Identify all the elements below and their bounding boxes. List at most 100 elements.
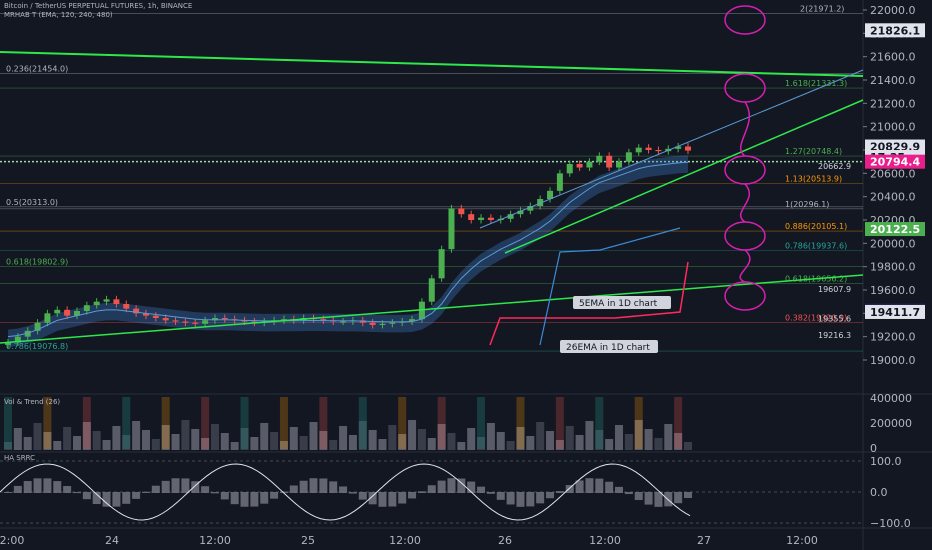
volume-bar [63, 427, 72, 450]
oscillator-legend: HA SRRC [4, 454, 35, 462]
y-tick-label: 21400.0 [870, 74, 916, 87]
osc-bar [348, 492, 357, 494]
osc-bar [63, 486, 72, 493]
trendline-upper [0, 51, 864, 77]
fib-level-label: 0.886(20105.1) [785, 222, 847, 231]
osc-bar [299, 480, 308, 493]
fib-level-label: 0.786(19937.6) [785, 242, 847, 251]
osc-bar [624, 492, 633, 495]
volume-bar [408, 420, 417, 450]
price-text: 20662.9 [818, 162, 851, 171]
volume-bar [220, 433, 229, 450]
osc-bar [526, 492, 535, 507]
osc-bar [43, 478, 52, 493]
osc-bar [141, 491, 150, 493]
volume-bar [664, 424, 673, 450]
price-text: 19355.6 [818, 315, 851, 324]
osc-bar [82, 492, 91, 500]
volume-bar [684, 442, 692, 450]
osc-bar [615, 486, 624, 493]
trend-shade [319, 397, 328, 449]
volume-bar [427, 438, 436, 450]
trend-shade [398, 397, 407, 449]
osc-bar [329, 481, 338, 493]
volume-bar [339, 426, 348, 450]
osc-bar [546, 492, 555, 499]
candle-body [389, 322, 396, 324]
price-tag-text: 19411.7 [870, 306, 920, 319]
osc-bar [555, 491, 564, 493]
osc-bar [427, 485, 436, 493]
osc-bar [437, 480, 446, 493]
trend-shade [161, 397, 170, 449]
x-tick-label: 27 [697, 534, 711, 547]
trend-shade [555, 397, 564, 449]
price-text: 19607.9 [818, 285, 851, 294]
symbol-title: Bitcoin / TetherUS PERPETUAL FUTURES, 1h… [4, 2, 193, 10]
volume-bar [171, 434, 180, 450]
osc-bar [220, 492, 229, 500]
volume-bar [23, 437, 32, 450]
volume-bar [250, 437, 259, 450]
candle-body [478, 217, 485, 220]
osc-bar [4, 492, 12, 493]
osc-tick-label: 0.0 [870, 486, 888, 499]
volume-bar [526, 436, 535, 450]
volume-bar [348, 435, 357, 450]
volume-bar [644, 429, 653, 450]
osc-bar [378, 492, 387, 507]
volume-bar [181, 420, 190, 450]
osc-bar [358, 492, 367, 500]
osc-bar [181, 478, 190, 493]
osc-bar [319, 478, 328, 493]
volume-bar [654, 438, 663, 450]
candle-body [616, 161, 623, 168]
candle-body [172, 320, 179, 322]
candle-body [468, 214, 475, 220]
osc-bar [289, 485, 298, 493]
chart-canvas[interactable]: 19000.019200.019400.019600.019800.020000… [0, 0, 932, 550]
volume-bar [309, 422, 318, 450]
y-tick-label: 21000.0 [870, 121, 916, 134]
volume-tick-label: 0 [870, 442, 877, 455]
volume-bar [112, 426, 121, 450]
y-tick-label: 20600.0 [870, 167, 916, 180]
osc-bar [417, 491, 426, 493]
osc-bar [477, 486, 486, 493]
osc-bar [260, 492, 269, 504]
osc-bar [536, 492, 545, 504]
candle-body [487, 217, 494, 220]
x-tick-label: 24 [105, 534, 119, 547]
candle-body [379, 323, 386, 325]
volume-bar [378, 439, 387, 450]
fib-level-label: 0.236(21454.0) [6, 65, 68, 74]
target-circle [724, 281, 766, 311]
volume-bar [565, 426, 574, 450]
osc-tick-label: −100.0 [870, 517, 911, 530]
osc-bar [388, 492, 397, 507]
candle-body [192, 322, 199, 324]
osc-bar [496, 492, 505, 500]
fib-level-label: 1.27(20748.4) [785, 147, 842, 156]
volume-bar [575, 435, 584, 450]
annotation-text: 26EMA in 1D chart [566, 343, 650, 353]
trend-shade [477, 397, 486, 449]
candle-body [586, 161, 593, 168]
candle-body [448, 208, 455, 250]
trend-shade [279, 397, 288, 449]
osc-bar [250, 492, 259, 507]
osc-bar [664, 492, 673, 507]
osc-bar [605, 481, 614, 493]
osc-bar [654, 492, 663, 507]
trend-shade [674, 397, 683, 449]
candle-body [93, 301, 100, 306]
volume-bar [496, 432, 505, 450]
osc-bar [151, 485, 160, 493]
x-tick-label: 26 [498, 534, 512, 547]
candle-body [221, 318, 228, 320]
target-path [739, 101, 751, 283]
candle-body [566, 164, 573, 174]
y-tick-label: 20400.0 [870, 191, 916, 204]
x-tick-label: 12:00 [589, 534, 621, 547]
volume-bar [72, 436, 81, 450]
